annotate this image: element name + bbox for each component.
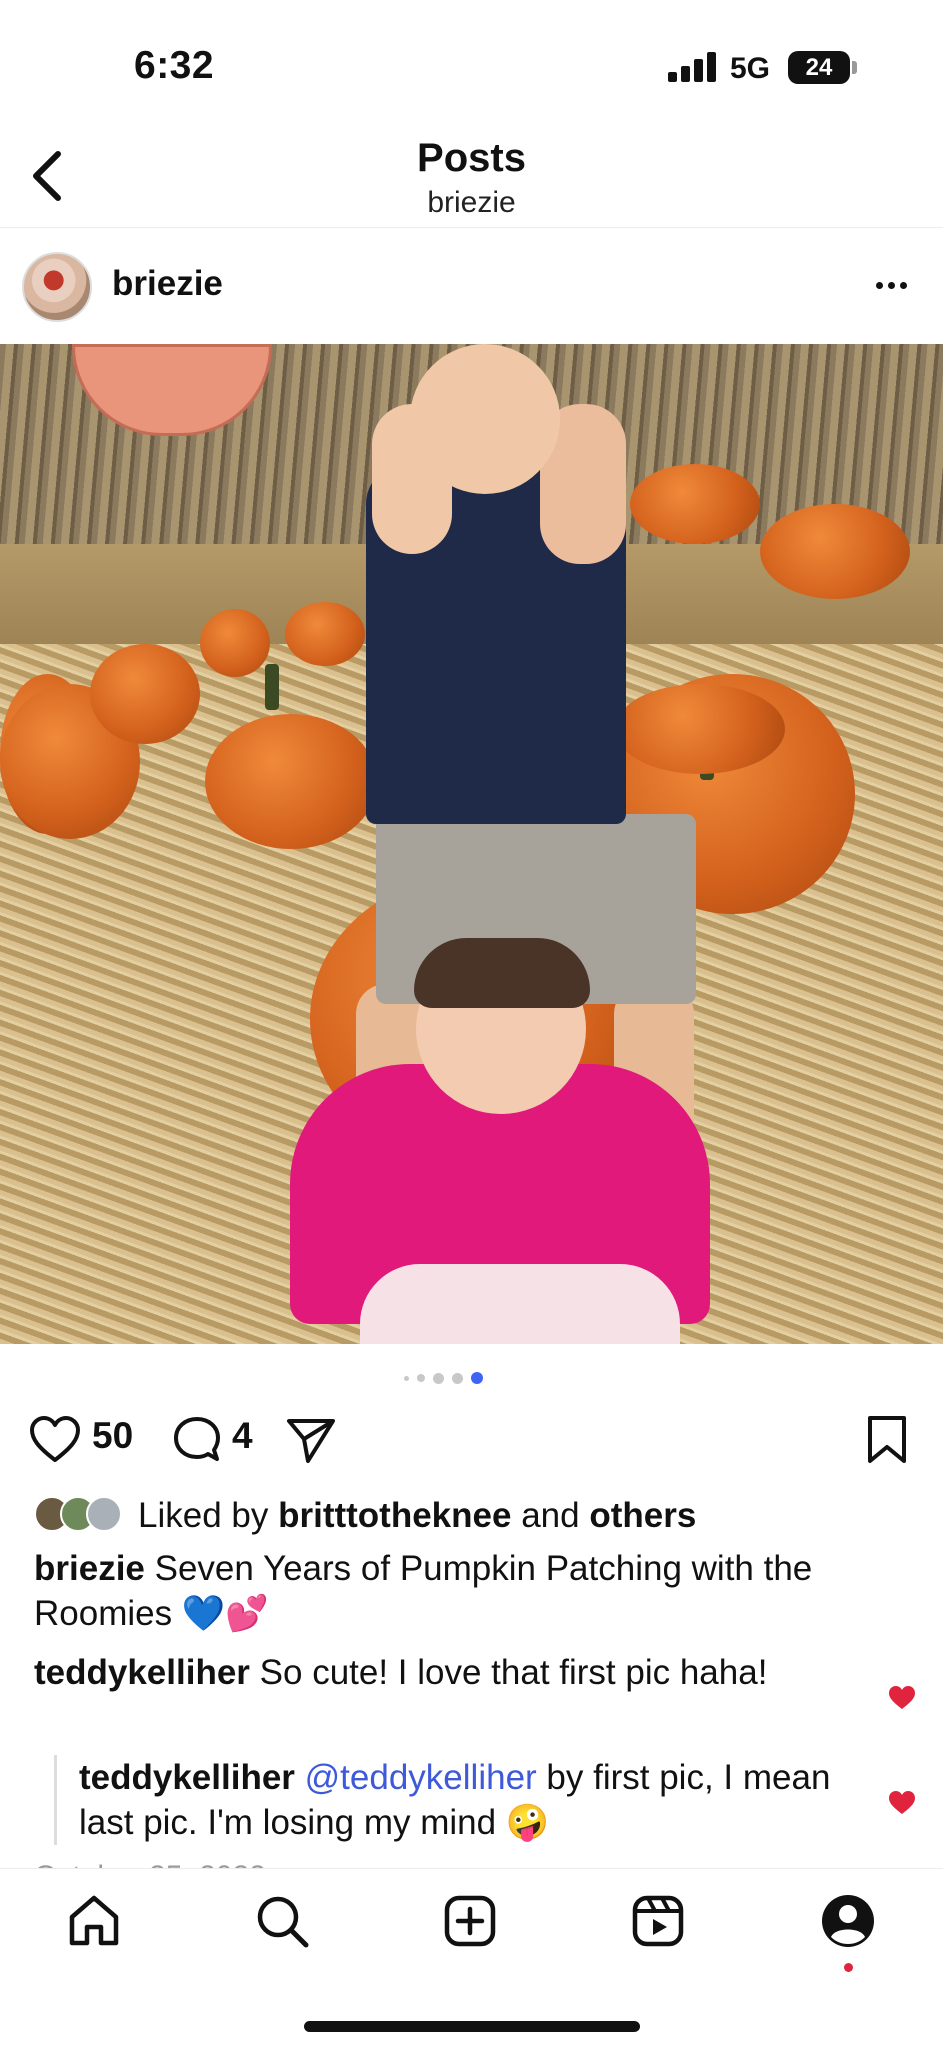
reels-icon[interactable] xyxy=(628,1891,688,1951)
photo-pumpkin xyxy=(615,684,785,774)
photo-pumpkin xyxy=(200,609,270,677)
liked-by-joiner: and xyxy=(521,1496,580,1535)
comment-reply: teddykelliher @teddykelliher by first pi… xyxy=(54,1755,854,1845)
photo-subject xyxy=(360,1264,680,1344)
post-photo[interactable] xyxy=(0,344,943,1344)
carousel-indicator xyxy=(404,1371,483,1385)
liked-by-others[interactable]: others xyxy=(589,1496,696,1535)
likes-count[interactable]: 50 xyxy=(92,1415,133,1457)
post-actions: 50 4 xyxy=(0,1405,943,1475)
photo-subject xyxy=(414,938,590,1008)
comment-like-heart-icon[interactable] xyxy=(888,1685,916,1711)
liked-by-user[interactable]: britttotheknee xyxy=(278,1496,511,1535)
page-header: Posts briezie xyxy=(0,120,943,228)
comments-count[interactable]: 4 xyxy=(232,1415,253,1457)
plus-square-icon[interactable] xyxy=(440,1891,500,1951)
carousel-dot-active xyxy=(471,1372,483,1384)
bookmark-icon[interactable] xyxy=(860,1413,914,1467)
heart-icon[interactable] xyxy=(28,1413,82,1467)
photo-pumpkin xyxy=(285,602,365,666)
cellular-signal-icon xyxy=(668,52,716,82)
reply-like-heart-icon[interactable] xyxy=(888,1790,916,1816)
comment-text: So cute! I love that first pic haha! xyxy=(259,1653,768,1692)
liked-by-text: Liked by britttotheknee and others xyxy=(138,1496,696,1536)
photo-pumpkin xyxy=(630,464,760,544)
photo-pumpkin xyxy=(760,504,910,599)
notification-dot xyxy=(844,1963,853,1972)
caption-username[interactable]: briezie xyxy=(34,1549,145,1588)
post-caption: briezie Seven Years of Pumpkin Patching … xyxy=(34,1546,894,1636)
photo-subject xyxy=(410,344,560,494)
home-indicator xyxy=(304,2021,640,2032)
search-icon[interactable] xyxy=(252,1891,312,1951)
caption-text: Seven Years of Pumpkin Patching with the… xyxy=(34,1549,813,1633)
reply-username[interactable]: teddykelliher xyxy=(79,1758,295,1797)
photo-pumpkin xyxy=(90,644,200,744)
comment: teddykelliher So cute! I love that first… xyxy=(34,1650,854,1695)
send-icon[interactable] xyxy=(284,1413,338,1467)
home-icon[interactable] xyxy=(64,1891,124,1951)
bottom-tab-bar xyxy=(0,1868,943,2048)
status-time: 6:32 xyxy=(134,44,215,87)
carousel-dot xyxy=(417,1374,425,1382)
battery-icon: 24 xyxy=(788,51,850,84)
post-header: briezie xyxy=(0,240,943,340)
post-username[interactable]: briezie xyxy=(112,264,223,304)
comment-icon[interactable] xyxy=(170,1413,224,1467)
avatar[interactable] xyxy=(22,252,92,322)
carousel-dot xyxy=(452,1372,463,1384)
network-type: 5G xyxy=(730,52,771,85)
reply-mention[interactable]: @teddykelliher xyxy=(305,1758,537,1797)
carousel-dot xyxy=(433,1372,444,1384)
carousel-dot xyxy=(404,1375,409,1381)
liked-by-row[interactable]: Liked by britttotheknee and others xyxy=(34,1490,914,1540)
status-bar: 6:32 5G 24 xyxy=(0,0,943,120)
battery-cap xyxy=(852,61,857,74)
profile-icon[interactable] xyxy=(818,1891,878,1951)
page-title: Posts xyxy=(417,136,526,180)
page-subtitle: briezie xyxy=(427,186,516,219)
liker-avatar xyxy=(86,1496,122,1532)
liked-by-prefix: Liked by xyxy=(138,1496,269,1535)
photo-pumpkin-stem xyxy=(265,664,279,710)
photo-pumpkin xyxy=(205,714,377,849)
comment-username[interactable]: teddykelliher xyxy=(34,1653,250,1692)
more-horizontal-icon[interactable] xyxy=(876,276,916,292)
